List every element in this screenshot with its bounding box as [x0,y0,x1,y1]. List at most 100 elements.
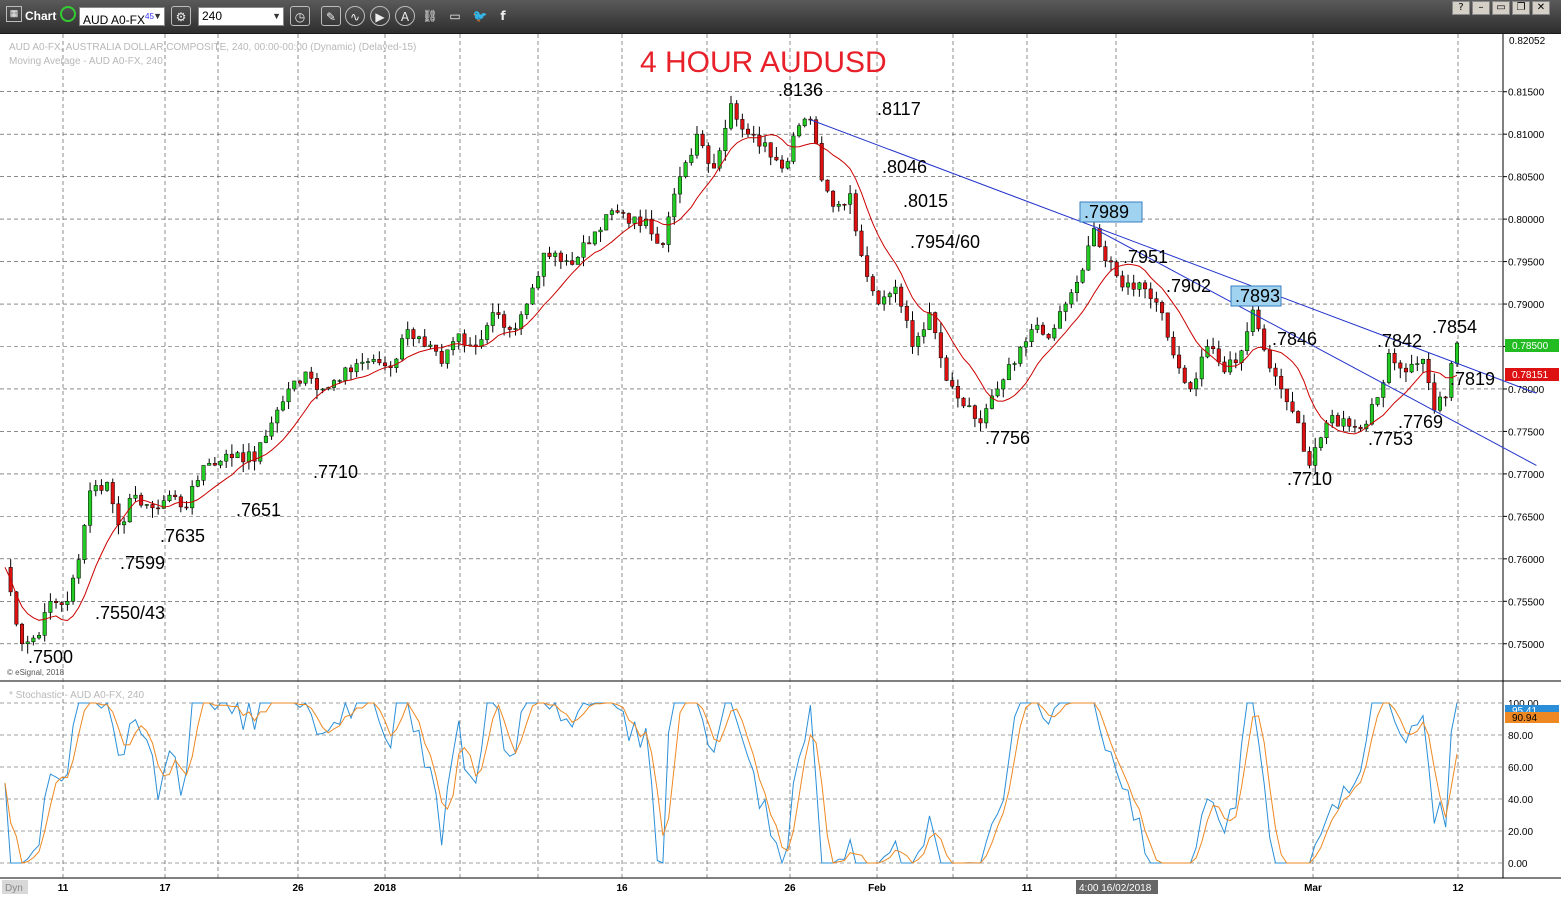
close-button[interactable]: ✕ [1532,1,1550,15]
candle [99,485,104,491]
clock-icon[interactable]: ◷ [290,6,310,26]
candle [910,320,915,347]
minimize-button[interactable]: – [1472,1,1490,15]
x-tick-label: 2018 [374,883,397,894]
price-annotation: .7854 [1432,317,1477,337]
current-price-label: 0.78500 [1512,341,1549,352]
price-annotation: .7635 [160,526,205,546]
candle [621,212,626,214]
candle [547,252,552,257]
candle [1279,375,1284,390]
candle [842,204,847,206]
candle [405,329,410,339]
candle [337,380,342,382]
alert-icon[interactable]: A [395,6,415,26]
candle [893,286,898,294]
candle [1284,388,1289,403]
symbol-input[interactable]: AUD A0-FX45 ▼ [79,7,165,27]
candle [1126,282,1131,288]
price-annotation: .7500 [28,647,73,667]
candle [751,133,756,136]
candle [831,190,836,207]
restore-button[interactable]: ❐ [1512,1,1530,15]
candle [1165,312,1170,338]
candle [1347,418,1352,427]
chart-grid-icon[interactable]: ▦ [6,6,22,22]
crosshair-date-label: 4:00 16/02/2018 [1079,883,1152,894]
candle [48,601,53,613]
candle [882,296,887,305]
stoch-tick-label: 80.00 [1508,731,1533,742]
candle [700,133,705,146]
facebook-icon[interactable]: f [493,6,513,26]
candle [1086,245,1091,271]
candle [173,494,178,498]
candle [42,612,47,636]
candle [978,418,983,424]
candle [1381,382,1386,398]
candle [1069,292,1074,305]
candle [371,358,376,362]
chat-icon[interactable]: ▭ [445,6,465,26]
candle [609,210,614,215]
candle [190,486,195,509]
y-tick-label: 0.75000 [1508,640,1545,651]
candle [967,405,972,407]
candle [519,314,524,329]
y-tick-label: 0.79000 [1508,300,1545,311]
candle [1029,329,1034,343]
candle [246,451,251,463]
boxed-annotation: .7989 [1084,202,1129,222]
candle [1398,362,1403,369]
candle [1109,260,1114,263]
candle [235,452,240,459]
candle [774,156,779,161]
candle [677,176,682,195]
candle [218,460,223,466]
x-tick-label: 26 [292,883,304,894]
interval-input[interactable]: 240 ▼ [198,7,284,26]
candle [1318,437,1323,448]
twitter-icon[interactable]: 🐦 [470,6,490,26]
link-icon[interactable]: ⛓ [420,6,440,26]
line-icon[interactable]: ∿ [345,6,365,26]
candle [1148,288,1153,299]
stoch-header: * Stochastic - AUD A0-FX, 240 [9,690,144,701]
candle [1046,334,1051,339]
chevron-down-icon[interactable]: ▼ [153,8,162,25]
stoch-tick-label: 0.00 [1508,859,1528,870]
price-annotation: .7756 [985,428,1030,448]
candle [1415,363,1420,365]
candle [1313,447,1318,466]
draw-icon[interactable]: ✎ [321,6,341,26]
candle [944,357,949,381]
maximize-button[interactable]: ▭ [1492,1,1510,15]
y-tick-label: 0.81500 [1508,88,1545,99]
candle [65,601,70,605]
link-status-icon[interactable] [60,6,76,22]
candle [88,490,93,526]
candle [615,210,620,213]
price-chart[interactable]: 0.81500 0.81000 0.80500 0.80000 0.79500 0.790… [0,34,1561,898]
price-annotation: .7951 [1123,247,1168,267]
price-annotation: .8117 [877,99,921,119]
candle [377,358,382,364]
settings-icon[interactable]: ⚙ [171,6,191,26]
candle [711,163,716,169]
candle [507,327,512,330]
toolbar: ▦ Chart AUD A0-FX45 ▼ ⚙ 240 ▼ ◷ ✎ ∿ ▶ A … [0,0,1561,34]
chevron-down-icon[interactable]: ▼ [272,8,281,25]
candle [1057,311,1062,329]
candle [331,380,336,388]
price-annotation: .7710 [1287,469,1332,489]
candle [785,161,790,169]
candle [660,243,665,245]
chart-area[interactable]: 0.81500 0.81000 0.80500 0.80000 0.79500 0.790… [0,34,1561,898]
candle [1273,367,1278,377]
help-button[interactable]: ? [1452,1,1470,15]
candle [768,142,773,158]
price-annotation: .8046 [882,157,927,177]
candle [280,401,285,411]
play-icon[interactable]: ▶ [370,6,390,26]
price-annotation: .7651 [236,500,281,520]
